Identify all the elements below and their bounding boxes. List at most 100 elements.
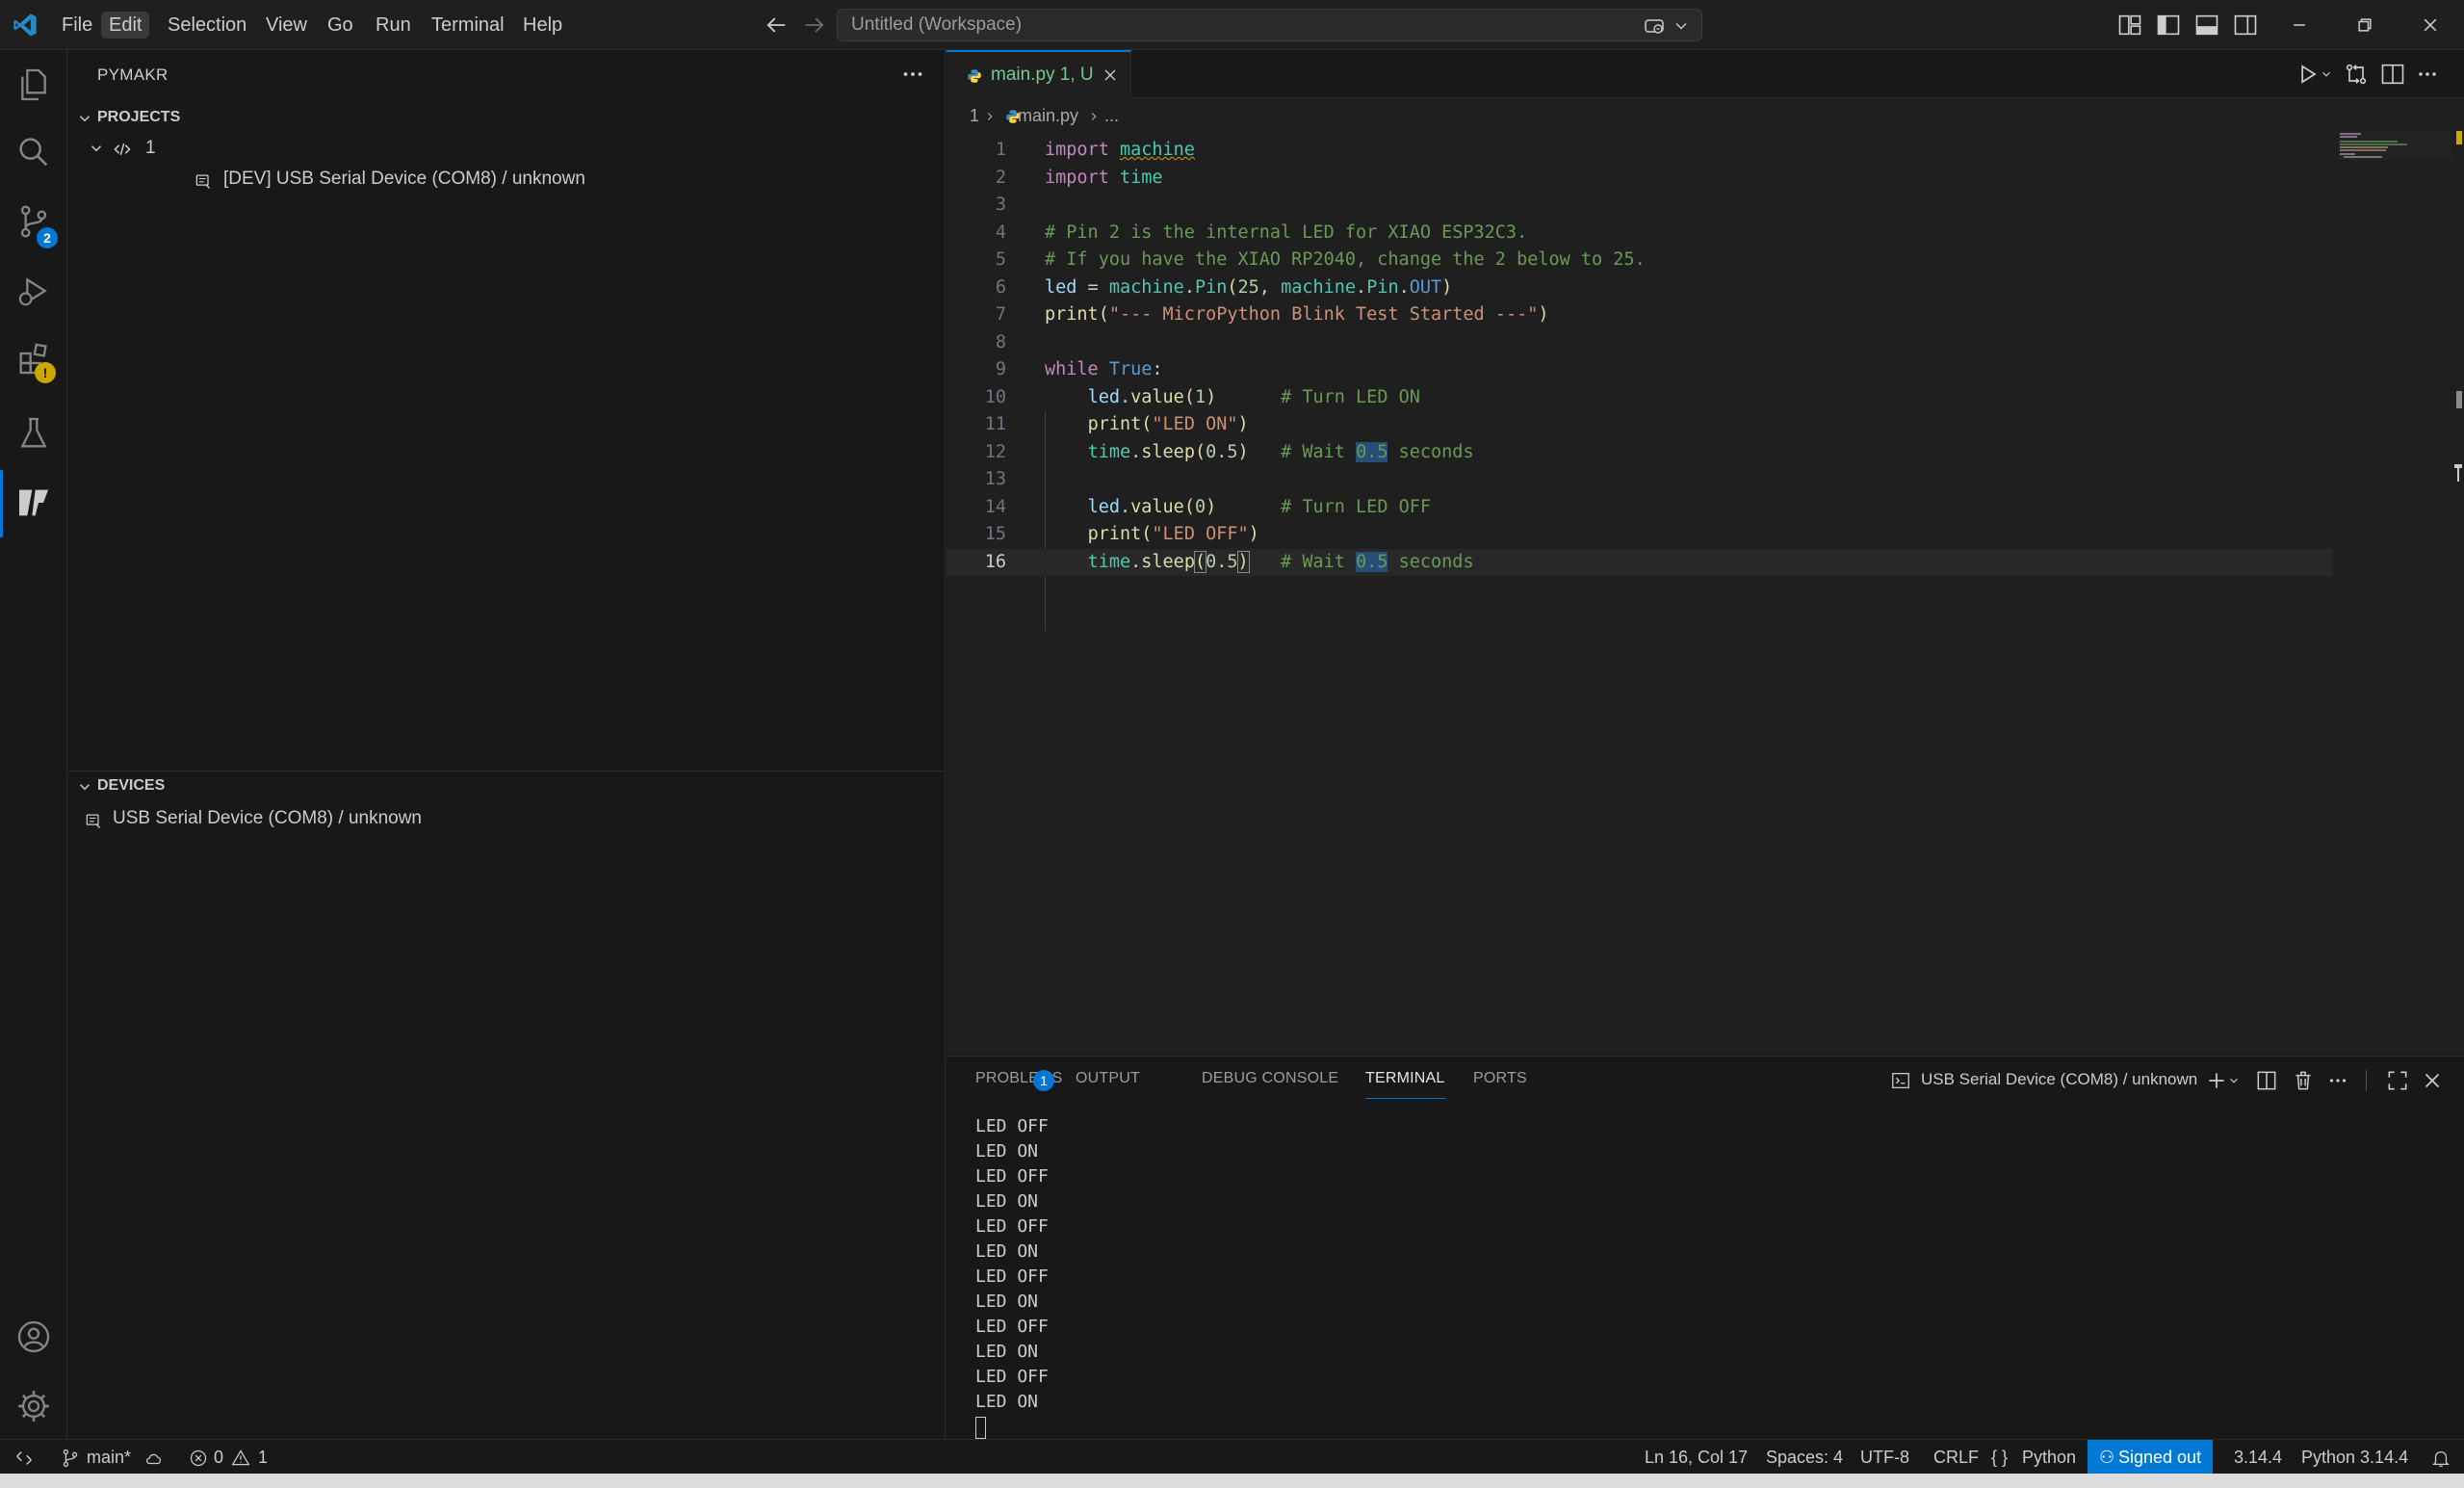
- devices-header-label: DEVICES: [97, 777, 166, 794]
- terminal-scrollbar[interactable]: [2451, 1110, 2462, 1428]
- code-token: led: [1087, 386, 1120, 407]
- extensions-warning-badge: !: [35, 362, 56, 383]
- chevron-down-icon[interactable]: [2227, 1074, 2241, 1087]
- devices-section-header[interactable]: DEVICES: [68, 772, 945, 801]
- terminal-line: LED ON: [975, 1141, 1039, 1162]
- copilot-icon[interactable]: [1643, 14, 1666, 38]
- testing-icon[interactable]: [14, 414, 53, 453]
- menu-edit[interactable]: Edit: [101, 12, 150, 39]
- line-number: 13: [984, 469, 1006, 489]
- projects-header-label: PROJECTS: [97, 109, 181, 125]
- line-ending[interactable]: CRLF: [1933, 1440, 1979, 1475]
- menu-help[interactable]: Help: [515, 12, 570, 39]
- sync-cloud-icon[interactable]: [143, 1448, 166, 1469]
- run-file-icon[interactable]: [2295, 61, 2321, 88]
- workspace-title: Untitled (Workspace): [851, 14, 1023, 35]
- chevron-down-icon: [79, 116, 91, 122]
- cursor-position[interactable]: Ln 16, Col 17: [1645, 1440, 1748, 1475]
- toggle-panel-icon[interactable]: [2193, 12, 2220, 39]
- tab-debug-console[interactable]: DEBUG CONSOLE: [1202, 1070, 1338, 1099]
- minimap[interactable]: [2338, 131, 2451, 160]
- bottom-panel: PROBLEMS 1 OUTPUT DEBUG CONSOLE TERMINAL…: [947, 1056, 2464, 1439]
- tab-ports[interactable]: PORTS: [1473, 1070, 1527, 1099]
- breadcrumb-file[interactable]: main.py: [1018, 106, 1078, 126]
- restore-icon[interactable]: [2351, 12, 2378, 39]
- trash-icon[interactable]: [2291, 1068, 2316, 1093]
- language-mode[interactable]: Python: [2022, 1440, 2076, 1475]
- terminal-line: LED ON: [975, 1241, 1039, 1262]
- tab-output[interactable]: OUTPUT: [1076, 1070, 1140, 1099]
- terminal-line: LED OFF: [975, 1367, 1049, 1387]
- breadcrumb-symbols[interactable]: ...: [1104, 106, 1119, 126]
- code-comment: seconds: [1388, 441, 1474, 462]
- menu-view[interactable]: View: [258, 12, 315, 39]
- chevron-down-icon[interactable]: [1672, 16, 1691, 36]
- pymakr-icon[interactable]: [14, 483, 53, 522]
- split-editor-icon[interactable]: [2379, 61, 2406, 88]
- menu-file[interactable]: File: [54, 12, 100, 39]
- remote-indicator-icon[interactable]: [13, 1448, 35, 1469]
- more-actions-icon[interactable]: [2414, 61, 2441, 88]
- warning-icon[interactable]: [231, 1449, 250, 1468]
- split-terminal-icon[interactable]: [2254, 1068, 2279, 1093]
- more-actions-icon[interactable]: [898, 60, 927, 89]
- run-debug-icon[interactable]: [14, 272, 53, 310]
- code-token: time: [1119, 167, 1163, 188]
- toggle-secondary-sidebar-icon[interactable]: [2232, 12, 2259, 39]
- error-icon[interactable]: [189, 1449, 208, 1468]
- project-tree-item[interactable]: 1: [88, 135, 935, 164]
- forward-arrow-icon[interactable]: [801, 12, 828, 39]
- chevron-down-icon[interactable]: [2320, 67, 2333, 81]
- error-count[interactable]: 0: [214, 1440, 223, 1475]
- line-number: 4: [995, 222, 1006, 243]
- accounts-icon[interactable]: [14, 1318, 53, 1356]
- close-window-icon[interactable]: [2417, 12, 2444, 39]
- explorer-icon[interactable]: [14, 65, 53, 104]
- command-center-search[interactable]: Untitled (Workspace): [837, 9, 1702, 41]
- code-token: sleep: [1141, 551, 1195, 572]
- minimize-icon[interactable]: [2286, 12, 2313, 39]
- warning-count[interactable]: 1: [258, 1440, 268, 1475]
- breadcrumb-folder[interactable]: 1: [970, 106, 979, 126]
- branch-name[interactable]: main*: [87, 1440, 131, 1475]
- code-comment: 0.5: [1356, 441, 1388, 462]
- encoding[interactable]: UTF-8: [1860, 1440, 1909, 1475]
- notifications-bell-icon[interactable]: [2430, 1448, 2451, 1469]
- gear-icon[interactable]: [14, 1387, 53, 1425]
- back-arrow-icon[interactable]: [763, 12, 790, 39]
- python-interpreter[interactable]: Python 3.14.4: [2301, 1440, 2408, 1475]
- code-line-current: 16 time.sleep(0.5) # Wait 0.5 seconds: [947, 548, 2333, 576]
- tab-terminal[interactable]: TERMINAL: [1365, 1070, 1445, 1099]
- new-terminal-plus-icon[interactable]: [2204, 1068, 2229, 1093]
- code-token: print: [1087, 524, 1142, 544]
- device-item[interactable]: USB Serial Device (COM8) / unknown: [84, 805, 931, 834]
- code-token: print: [1087, 414, 1142, 434]
- compare-changes-icon[interactable]: [2343, 61, 2370, 88]
- terminal-instance-name[interactable]: USB Serial Device (COM8) / unknown: [1921, 1070, 2197, 1089]
- close-tab-icon[interactable]: [1101, 65, 1120, 85]
- more-actions-icon[interactable]: [2325, 1068, 2350, 1093]
- customize-layout-icon[interactable]: [2116, 12, 2143, 39]
- overview-ruler[interactable]: [2451, 131, 2462, 1017]
- code-line: 11 print("LED ON"): [947, 411, 2333, 439]
- python-version[interactable]: 3.14.4: [2234, 1440, 2282, 1475]
- project-device-item[interactable]: [DEV] USB Serial Device (COM8) / unknown: [124, 166, 933, 195]
- menu-run[interactable]: Run: [368, 12, 419, 39]
- terminal-output[interactable]: LED OFF LED ON LED OFF LED ON LED OFF LE…: [975, 1114, 1049, 1439]
- toggle-sidebar-icon[interactable]: [2155, 12, 2182, 39]
- menu-go[interactable]: Go: [320, 12, 361, 39]
- projects-section-header[interactable]: PROJECTS: [68, 104, 945, 133]
- menu-terminal[interactable]: Terminal: [424, 12, 512, 39]
- code-comment: # Wait: [1281, 441, 1357, 462]
- signed-out-button[interactable]: ⚇ Signed out: [2088, 1440, 2214, 1475]
- code-editor[interactable]: 1 import machine 2 import time 3 4 # Pin…: [947, 137, 2333, 1004]
- code-token: led: [1045, 276, 1077, 298]
- vscode-logo-icon: [13, 13, 37, 37]
- maximize-panel-icon[interactable]: [2385, 1068, 2410, 1093]
- tab-main-py[interactable]: main.py 1, U: [947, 50, 1131, 98]
- search-icon[interactable]: [14, 133, 53, 171]
- code-token: 1: [1194, 386, 1206, 407]
- indentation[interactable]: Spaces: 4: [1766, 1440, 1843, 1475]
- menu-selection[interactable]: Selection: [160, 12, 254, 39]
- close-panel-icon[interactable]: [2420, 1068, 2445, 1093]
